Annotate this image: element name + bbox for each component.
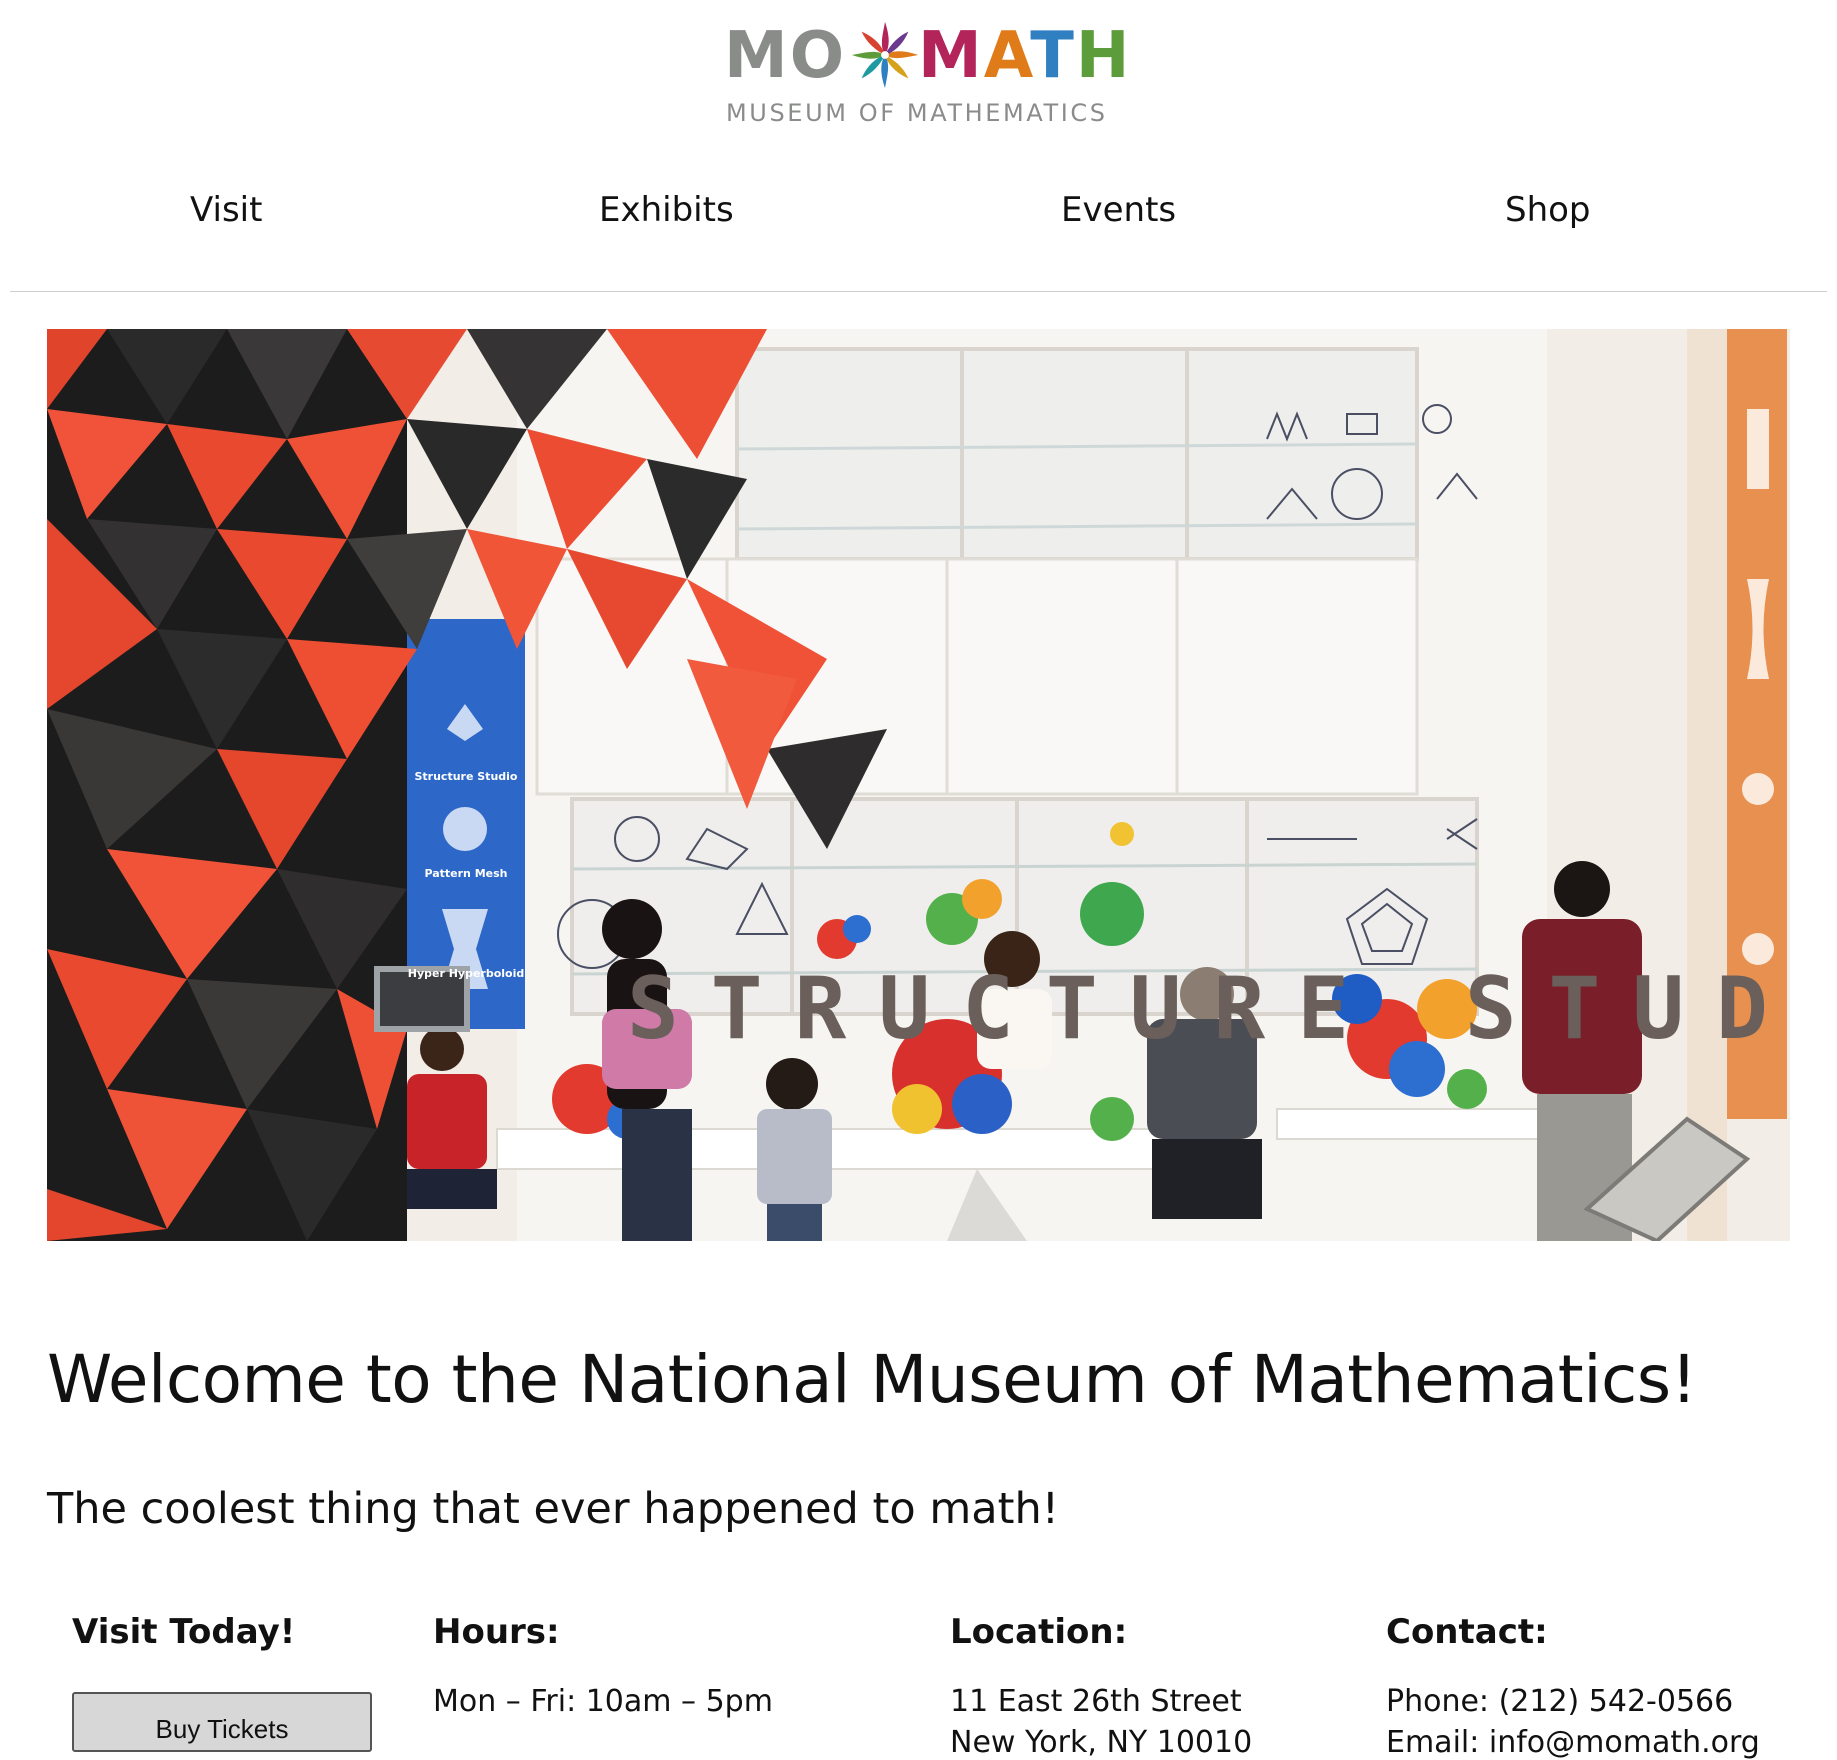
hours-line: Mon – Fri: 10am – 5pm — [433, 1684, 773, 1719]
hero-wall-text: STRUCTURE STUDIO — [627, 959, 1790, 1059]
nav-item-visit[interactable]: Visit — [190, 190, 262, 230]
page-title: Welcome to the National Museum of Mathem… — [47, 1341, 1697, 1418]
visit-section: Visit Today! — [72, 1612, 295, 1652]
address-city: New York, NY 10010 — [950, 1725, 1253, 1760]
logo-pinwheel-icon — [851, 21, 919, 89]
logo-math-text: MATH — [918, 20, 1131, 92]
nav-item-shop[interactable]: Shop — [1505, 190, 1591, 230]
logo-mo-text: MO — [724, 19, 847, 93]
logo-letter-m: M — [918, 19, 984, 93]
page-tagline: The coolest thing that ever happened to … — [47, 1484, 1059, 1534]
location-heading: Location: — [950, 1612, 1128, 1652]
contact-phone[interactable]: Phone: (212) 542-0566 — [1386, 1684, 1760, 1719]
address-street: 11 East 26th Street — [950, 1684, 1242, 1719]
contact-email[interactable]: Email: info@momath.org — [1386, 1725, 1760, 1760]
site-header: MO MATH MUSEUM OF MATHEMATICS — [0, 0, 1837, 140]
hero-banner-label: Structure Studio — [414, 770, 518, 783]
hero-banner-label: Hyper Hyperboloid — [407, 967, 525, 980]
contact-heading: Contact: — [1386, 1612, 1548, 1652]
location-section: Location: 11 East 26th Street New York, … — [950, 1612, 1252, 1760]
logo-letter-a: A — [983, 19, 1031, 93]
hero-banner-label: Pattern Mesh — [424, 867, 508, 880]
nav-item-exhibits[interactable]: Exhibits — [599, 190, 734, 230]
nav-item-events[interactable]: Events — [1061, 190, 1176, 230]
main-nav: Visit Exhibits Events Shop — [10, 150, 1827, 292]
logo-letter-t: T — [1030, 19, 1076, 93]
logo-subtitle: MUSEUM OF MATHEMATICS — [726, 99, 1108, 127]
hero-photo-illustration — [47, 329, 1790, 1241]
momath-logo[interactable]: MO MATH MUSEUM OF MATHEMATICS — [724, 19, 1129, 128]
hero-image: STRUCTURE STUDIO Structure Studio Patter… — [47, 329, 1790, 1241]
hours-section: Hours: Mon – Fri: 10am – 5pm — [433, 1612, 773, 1719]
visit-heading: Visit Today! — [72, 1612, 296, 1652]
hours-heading: Hours: — [433, 1612, 560, 1652]
contact-section: Contact: Phone: (212) 542-0566 Email: in… — [1386, 1612, 1760, 1760]
buy-tickets-button[interactable]: Buy Tickets — [72, 1692, 372, 1752]
logo-letter-h: H — [1075, 19, 1132, 93]
